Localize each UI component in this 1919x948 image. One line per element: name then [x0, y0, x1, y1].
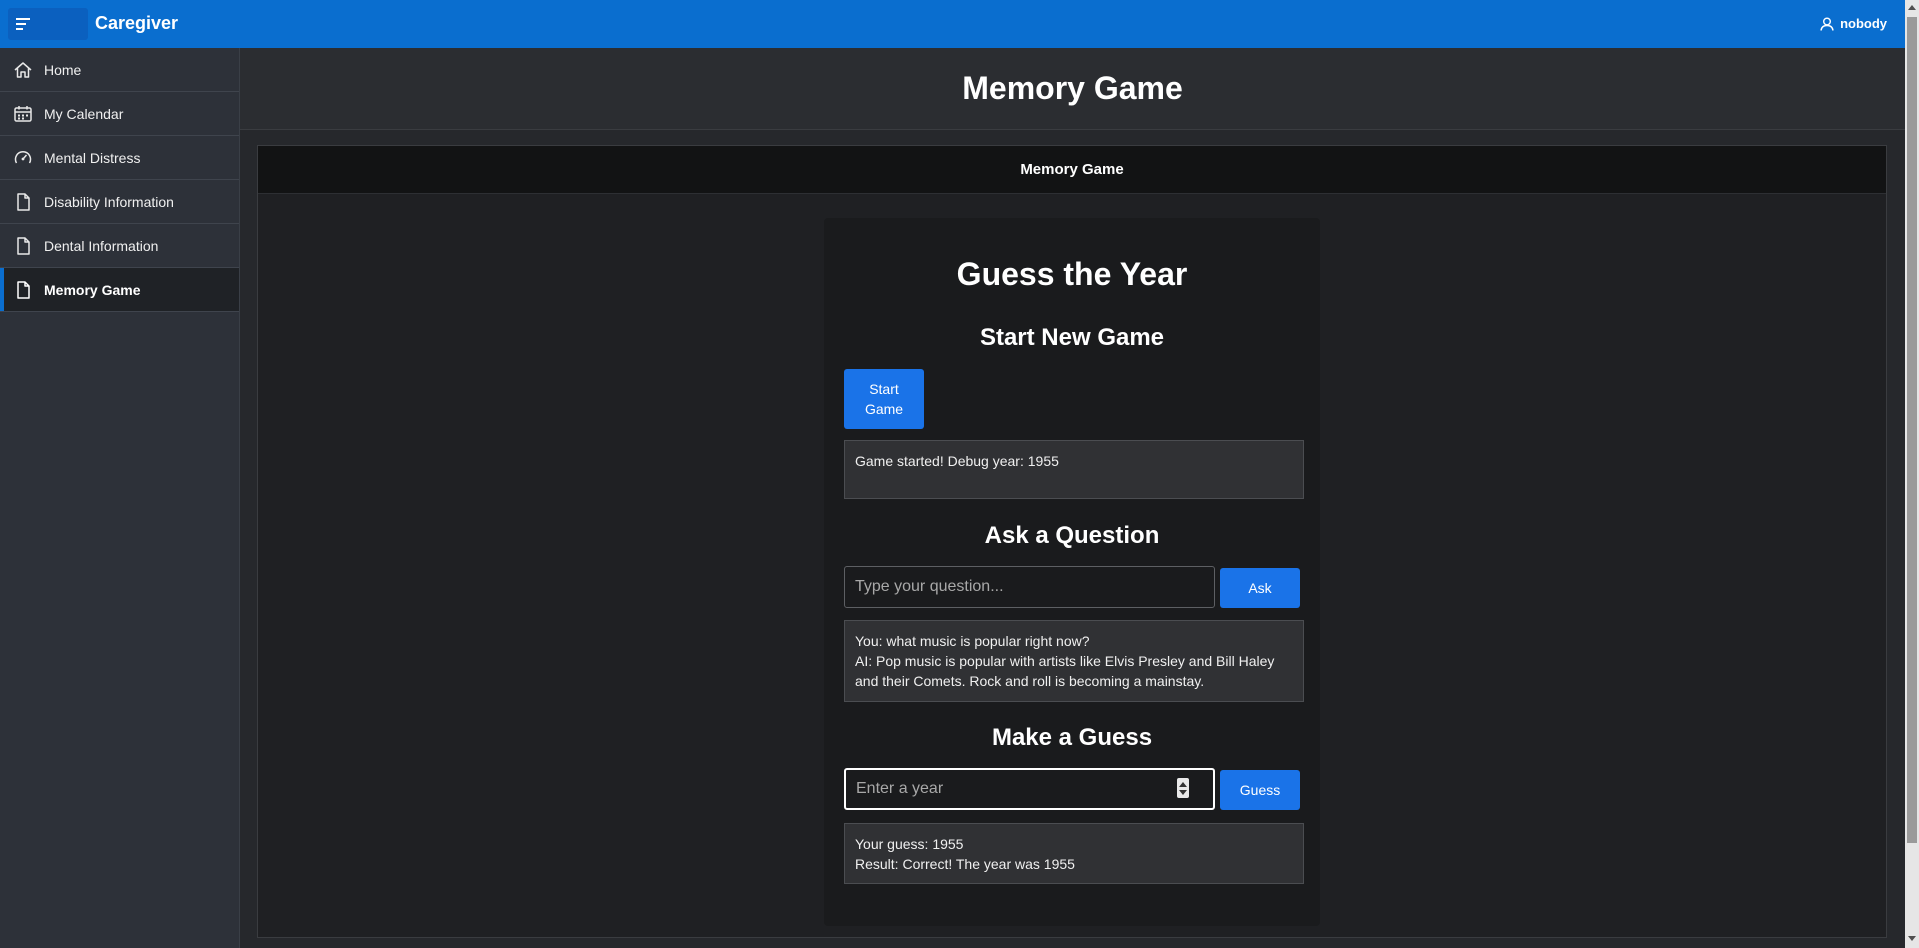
result-box: Your guess: 1955 Result: Correct! The ye…: [844, 823, 1304, 884]
scroll-up-arrow-icon[interactable]: [1908, 5, 1916, 10]
gauge-icon: [12, 147, 34, 169]
app-title[interactable]: Caregiver: [95, 13, 178, 34]
result-line: Result: Correct! The year was 1955: [855, 856, 1075, 872]
sidebar-item-label: Memory Game: [44, 281, 141, 298]
guess-line: Your guess: 1955: [855, 836, 964, 852]
ask-button[interactable]: Ask: [1220, 568, 1300, 608]
region-header: Memory Game: [258, 146, 1886, 194]
number-spinner[interactable]: [1177, 778, 1189, 798]
user-icon: [1820, 17, 1834, 31]
menu-toggle-button[interactable]: [8, 8, 88, 40]
page-header: Memory Game: [240, 48, 1905, 130]
user-name: nobody: [1840, 16, 1887, 31]
document-icon: [12, 235, 34, 257]
scroll-down-arrow-icon[interactable]: [1908, 936, 1916, 941]
sidebar-item-home[interactable]: Home: [0, 48, 239, 92]
guess-button[interactable]: Guess: [1220, 770, 1300, 810]
sidebar-navigation: Home My Calendar Mental Distress Disabil…: [0, 48, 240, 948]
calendar-icon: [12, 103, 34, 125]
sidebar-item-label: My Calendar: [44, 105, 124, 122]
start-game-button[interactable]: Start Game: [844, 369, 924, 429]
question-input[interactable]: [844, 566, 1215, 608]
sidebar-item-label: Home: [44, 61, 82, 78]
sidebar-item-my-calendar[interactable]: My Calendar: [0, 92, 239, 136]
game-card: Guess the Year Start New Game Start Game…: [824, 218, 1320, 926]
game-status-text: Game started! Debug year: 1955: [855, 453, 1059, 469]
ai-answer-line: AI: Pop music is popular with artists li…: [855, 653, 1275, 689]
memory-game-region: Memory Game Guess the Year Start New Gam…: [257, 145, 1887, 938]
user-question-line: You: what music is popular right now?: [855, 633, 1090, 649]
sidebar-item-disability-information[interactable]: Disability Information: [0, 180, 239, 224]
region-title: Memory Game: [1020, 161, 1124, 178]
hamburger-menu-icon: [16, 18, 30, 30]
page-scrollbar[interactable]: [1905, 0, 1919, 948]
guess-section-heading: Make a Guess: [991, 724, 1153, 751]
home-icon: [12, 59, 34, 81]
spinner-down-icon: [1179, 789, 1187, 795]
document-icon: [12, 279, 34, 301]
game-title: Guess the Year: [956, 256, 1188, 292]
year-input[interactable]: [844, 768, 1215, 810]
conversation-box: You: what music is popular right now? AI…: [844, 620, 1304, 702]
start-section-heading: Start New Game: [979, 324, 1165, 351]
top-navigation-bar: Caregiver nobody: [0, 0, 1919, 48]
sidebar-item-label: Mental Distress: [44, 149, 141, 166]
page-title: Memory Game: [962, 70, 1183, 106]
game-status-box: Game started! Debug year: 1955: [844, 440, 1304, 499]
main-content: Memory Game Memory Game Guess the Year S…: [240, 48, 1905, 948]
sidebar-item-memory-game[interactable]: Memory Game: [0, 268, 239, 312]
sidebar-item-label: Dental Information: [44, 237, 159, 254]
spinner-up-icon: [1179, 781, 1187, 787]
ask-section-heading: Ask a Question: [984, 522, 1160, 549]
sidebar-item-mental-distress[interactable]: Mental Distress: [0, 136, 239, 180]
document-icon: [12, 191, 34, 213]
scrollbar-thumb[interactable]: [1907, 17, 1917, 843]
sidebar-item-dental-information[interactable]: Dental Information: [0, 224, 239, 268]
sidebar-item-label: Disability Information: [44, 193, 174, 210]
user-menu[interactable]: nobody: [1820, 16, 1887, 31]
